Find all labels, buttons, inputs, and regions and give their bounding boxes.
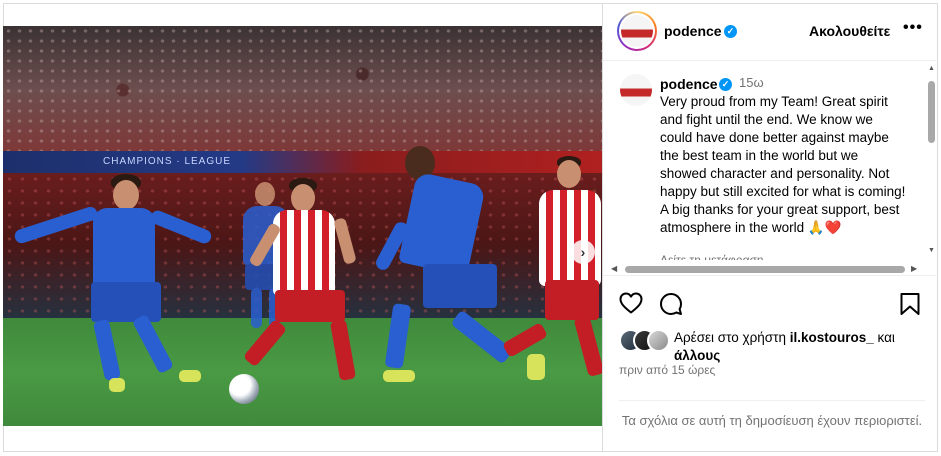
caption-username[interactable]: podence (660, 76, 718, 92)
comments-restricted-notice: Τα σχόλια σε αυτή τη δημοσίευση έχουν πε… (619, 400, 925, 430)
player-red-right (501, 156, 602, 386)
caption-vertical-scrollbar[interactable]: ▲ ▼ (925, 63, 937, 263)
likes-and: και (873, 330, 895, 345)
scroll-left-icon[interactable]: ◀ (611, 264, 617, 273)
chevron-right-icon: › (580, 244, 586, 260)
caption-timestamp[interactable]: 15ω (739, 75, 764, 90)
post-photo[interactable]: CHAMPIONS · LEAGUE › (3, 26, 602, 426)
scroll-right-icon[interactable]: ▶ (911, 264, 917, 273)
post-date[interactable]: πριν από 15 ώρες (619, 363, 715, 377)
post-author-username[interactable]: podence (664, 23, 722, 39)
verified-badge-icon: ✓ (719, 78, 732, 91)
scrollbar-thumb[interactable] (625, 266, 905, 273)
following-button[interactable]: Ακολουθείτε (809, 23, 890, 39)
likes-others-link[interactable]: άλλους (674, 348, 720, 363)
scrollbar-thumb[interactable] (928, 81, 935, 143)
player-blue-left (12, 174, 214, 404)
liker-avatar[interactable] (647, 329, 670, 352)
more-options-icon[interactable]: ••• (903, 19, 923, 37)
post-actions (603, 275, 938, 323)
caption-avatar[interactable] (619, 73, 653, 107)
avatar[interactable] (617, 11, 657, 51)
verified-badge-icon: ✓ (724, 25, 737, 38)
likes-prefix: Αρέσει στο χρήστη (674, 330, 790, 345)
post-side-panel: podence ✓ Ακολουθείτε ••• podence ✓ 15ω … (602, 3, 938, 452)
scroll-down-icon[interactable]: ▼ (928, 247, 935, 254)
comment-icon[interactable] (659, 292, 683, 321)
football (229, 374, 259, 404)
carousel-next-button[interactable]: › (571, 240, 595, 264)
scroll-up-icon[interactable]: ▲ (928, 65, 935, 72)
caption-horizontal-scrollbar[interactable]: ◀ ▶ (611, 263, 919, 275)
post-header: podence ✓ Ακολουθείτε ••• (603, 3, 938, 61)
likes-text: Αρέσει στο χρήστη il.kostouros_ και άλλου… (674, 329, 924, 365)
heart-icon[interactable] (619, 292, 643, 319)
bookmark-icon[interactable] (899, 292, 921, 321)
liker-username[interactable]: il.kostouros_ (790, 330, 874, 345)
player-red-center (239, 178, 379, 398)
ad-board-text: CHAMPIONS · LEAGUE (103, 156, 232, 167)
post-caption: Very proud from my Team! Great spirit an… (660, 94, 906, 235)
